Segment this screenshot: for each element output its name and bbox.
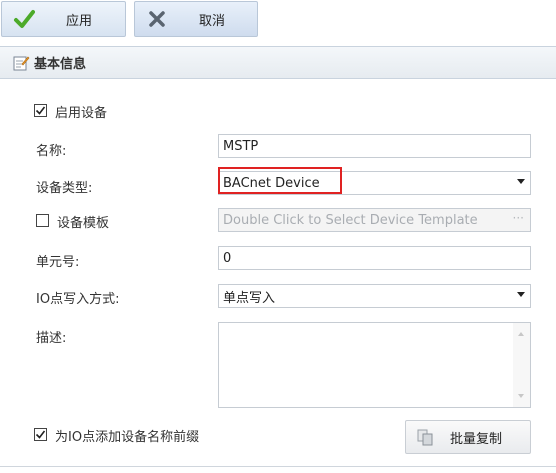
unit-number-input[interactable]: 0 [218,246,531,270]
device-template-input[interactable]: Double Click to Select Device Template ·… [218,208,531,232]
device-template-label: 设备模板 [57,216,110,231]
toolbar: 应用 取消 [0,0,556,42]
apply-button[interactable]: 应用 [1,1,126,37]
scroll-up-icon[interactable] [518,332,524,336]
checkmark-icon [12,7,36,31]
edit-document-icon [12,54,30,72]
name-label: 名称: [36,144,67,159]
description-label: 描述: [36,331,67,346]
highlight-box [218,167,342,194]
description-textarea[interactable] [218,322,531,408]
apply-label: 应用 [66,13,93,29]
batch-copy-label: 批量复制 [450,431,503,447]
scrollbar[interactable] [513,323,530,407]
name-value: MSTP [223,138,259,154]
unit-number-label: 单元号: [36,255,80,270]
enable-device-label: 启用设备 [55,106,108,121]
prefix-label: 为IO点添加设备名称前缀 [55,430,200,445]
cancel-label: 取消 [199,13,226,29]
cancel-button[interactable]: 取消 [134,1,258,37]
checkmark-icon [35,430,46,439]
ellipsis-icon[interactable]: ··· [513,211,524,225]
section-title: 基本信息 [34,57,87,72]
device-template-placeholder: Double Click to Select Device Template [223,212,478,228]
copy-icon [416,428,434,446]
prefix-checkbox[interactable] [34,428,47,441]
batch-copy-button[interactable]: 批量复制 [405,420,531,454]
enable-device-checkbox[interactable] [34,104,47,117]
device-type-label: 设备类型: [36,181,93,196]
divider [0,466,556,467]
io-write-value: 单点写入 [223,290,276,306]
io-write-dropdown[interactable]: 单点写入 [218,284,531,308]
name-input[interactable]: MSTP [218,134,531,158]
section-header: 基本信息 [0,46,556,79]
io-write-label: IO点写入方式: [36,292,120,307]
chevron-down-icon[interactable] [517,292,525,297]
device-template-checkbox[interactable] [36,214,49,227]
unit-number-value: 0 [223,250,232,266]
checkmark-icon [35,106,46,115]
x-icon [145,7,169,31]
chevron-down-icon[interactable] [517,179,525,184]
scroll-down-icon[interactable] [518,394,524,398]
